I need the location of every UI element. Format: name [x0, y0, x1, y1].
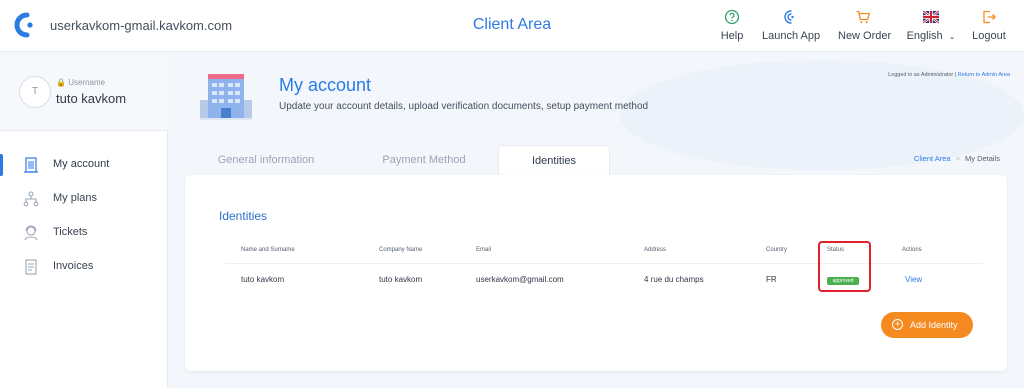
- cell-company: tuto kavkom: [379, 275, 423, 284]
- page-subtitle: Update your account details, upload veri…: [279, 101, 649, 112]
- building-icon: [24, 157, 38, 173]
- logout-button[interactable]: Logout: [970, 8, 1008, 42]
- sidebar-item-label: My account: [53, 158, 110, 170]
- new-order-button[interactable]: New Order: [838, 8, 892, 42]
- sidebar-item-my-plans[interactable]: My plans: [0, 186, 168, 212]
- status-highlight-box: [818, 241, 871, 292]
- identities-title: Identities: [219, 209, 268, 223]
- cell-address: 4 rue du champs: [644, 275, 704, 284]
- sidebar-item-tickets[interactable]: Tickets: [0, 220, 168, 246]
- lock-icon: 🔒: [56, 78, 66, 87]
- logged-in-notice: Logged in as Administrator | Return to A…: [888, 72, 1010, 78]
- help-button[interactable]: Help: [716, 8, 748, 42]
- support-icon: [24, 225, 38, 241]
- user-name: tuto kavkom: [56, 91, 127, 106]
- tab-payment-method[interactable]: Payment Method: [372, 145, 476, 176]
- breadcrumb-client-area[interactable]: Client Area: [914, 154, 951, 163]
- view-identity-link[interactable]: View: [905, 275, 922, 284]
- column-header-actions: Actions: [902, 247, 922, 253]
- chevron-down-icon: ⌄: [948, 32, 956, 41]
- sidebar: T 🔒 Username tuto kavkom My account My p…: [0, 53, 168, 388]
- sidebar-item-label: Tickets: [53, 226, 88, 238]
- add-identity-button[interactable]: + Add Identity: [881, 312, 973, 338]
- tab-identities[interactable]: Identities: [498, 145, 610, 176]
- cell-name: tuto kavkom: [241, 275, 285, 284]
- language-select[interactable]: English ⌄: [906, 8, 956, 42]
- avatar[interactable]: T: [19, 76, 51, 108]
- invoice-icon: [25, 259, 37, 275]
- launch-app-label: Launch App: [762, 30, 821, 42]
- help-label: Help: [720, 30, 744, 42]
- sidebar-item-my-account[interactable]: My account: [0, 152, 168, 178]
- identities-card: Identities Name and Surname Company Name…: [185, 175, 1007, 371]
- breadcrumb: Client Area > My Details: [914, 154, 1000, 163]
- building-illustration-icon: [200, 74, 252, 120]
- new-order-label: New Order: [838, 30, 892, 42]
- top-bar: userkavkom-gmail.kavkom.com Client Area …: [0, 0, 1024, 52]
- wireless-icon: [784, 10, 794, 24]
- username-caption: 🔒 Username: [56, 78, 105, 87]
- sidebar-item-invoices[interactable]: Invoices: [0, 254, 168, 280]
- column-header-company: Company Name: [379, 247, 423, 253]
- page-title: My account: [279, 75, 372, 95]
- plus-circle-icon: +: [892, 319, 903, 330]
- add-identity-label: Add Identity: [910, 320, 958, 330]
- column-header-country: Country: [766, 247, 788, 253]
- sidebar-item-label: My plans: [53, 192, 98, 204]
- column-header-address: Address: [644, 247, 667, 253]
- help-circle-icon: [724, 9, 740, 25]
- column-header-name: Name and Surname: [241, 247, 295, 253]
- logout-label: Logout: [972, 30, 1006, 42]
- user-box: T 🔒 Username tuto kavkom: [0, 53, 168, 131]
- language-label: English: [906, 30, 943, 42]
- sidebar-item-label: Invoices: [53, 260, 94, 272]
- cell-country: FR: [766, 275, 777, 284]
- cart-icon: [856, 10, 870, 24]
- org-chart-icon: [23, 191, 39, 207]
- logged-in-text: Logged in as Administrator: [888, 72, 954, 78]
- cell-email: userkavkom@gmail.com: [476, 275, 564, 284]
- breadcrumb-current: My Details: [964, 154, 1000, 163]
- username-caption-text: Username: [68, 78, 106, 87]
- launch-app-button[interactable]: Launch App: [762, 8, 820, 42]
- tab-general-information[interactable]: General information: [208, 145, 324, 176]
- logged-in-separator: |: [954, 72, 957, 78]
- logout-icon: [983, 10, 996, 24]
- column-header-email: Email: [476, 247, 492, 253]
- uk-flag-icon: [923, 10, 939, 24]
- breadcrumb-separator: >: [955, 154, 960, 163]
- return-to-admin-link[interactable]: Return to Admin Area: [958, 72, 1010, 78]
